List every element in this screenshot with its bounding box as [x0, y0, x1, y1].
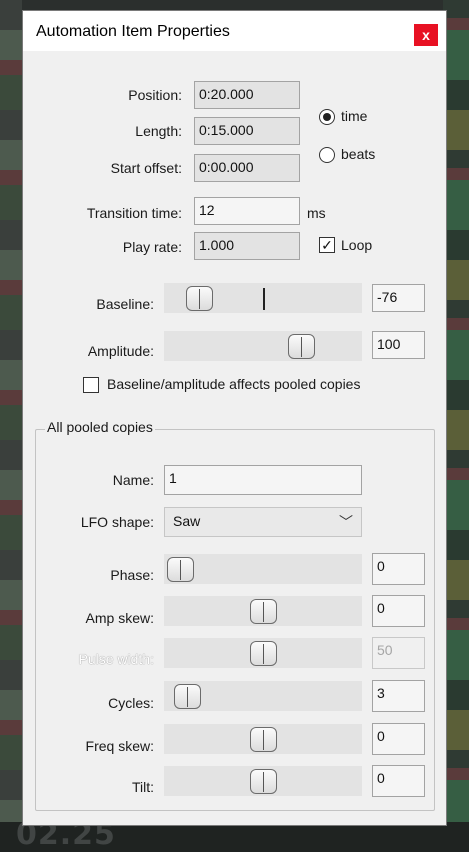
freq-skew-slider[interactable] [164, 724, 362, 754]
amplitude-slider[interactable] [164, 331, 362, 361]
transition-unit: ms [307, 205, 326, 221]
freq-skew-slider-thumb[interactable] [250, 727, 277, 752]
phase-slider-thumb[interactable] [167, 557, 194, 582]
loop-label: Loop [341, 237, 373, 253]
name-label: Name: [112, 472, 154, 488]
cycles-slider-thumb[interactable] [174, 684, 201, 709]
cycles-slider[interactable] [164, 681, 362, 711]
start-offset-label: Start offset: [110, 160, 182, 176]
pooled-copies-label: Baseline/amplitude affects pooled copies [107, 376, 361, 392]
position-field[interactable]: 0:20.000 [194, 81, 300, 109]
transition-time-label: Transition time: [86, 205, 182, 221]
phase-label: Phase: [110, 567, 154, 583]
baseline-center-marker [263, 288, 265, 310]
cycles-label: Cycles: [108, 695, 154, 711]
amp-skew-label: Amp skew: [85, 610, 154, 626]
time-radio[interactable] [319, 109, 335, 125]
transition-time-field[interactable]: 12 [194, 197, 300, 225]
baseline-slider[interactable] [164, 283, 362, 313]
pulse-width-slider[interactable] [164, 638, 362, 668]
length-field[interactable]: 0:15.000 [194, 117, 300, 145]
amplitude-slider-thumb[interactable] [288, 334, 315, 359]
phase-slider[interactable] [164, 554, 362, 584]
chevron-down-icon: ﹀ [339, 514, 353, 530]
beats-radio-label: beats [341, 146, 376, 162]
play-rate-label: Play rate: [122, 239, 182, 255]
lfo-shape-value: Saw [173, 513, 201, 529]
loop-checkbox[interactable]: ✓ [319, 237, 335, 253]
baseline-slider-thumb[interactable] [186, 286, 213, 311]
pulse-width-label: Pulse width: [78, 651, 154, 667]
pooled-copies-checkbox[interactable] [83, 377, 99, 393]
start-offset-field[interactable]: 0:00.000 [194, 154, 300, 182]
background-track-strip-left [0, 0, 22, 852]
amp-skew-value-field[interactable]: 0 [372, 595, 425, 627]
play-rate-field[interactable]: 1.000 [194, 232, 300, 260]
amp-skew-slider[interactable] [164, 596, 362, 626]
lfo-shape-label: LFO shape: [80, 514, 154, 530]
beats-radio[interactable] [319, 147, 335, 163]
tilt-slider-thumb[interactable] [250, 769, 277, 794]
tilt-value-field[interactable]: 0 [372, 765, 425, 797]
tilt-slider[interactable] [164, 766, 362, 796]
pulse-width-value-field: 50 [372, 637, 425, 669]
time-radio-label: time [341, 108, 368, 124]
pulse-width-slider-thumb[interactable] [250, 641, 277, 666]
freq-skew-label: Freq skew: [85, 738, 154, 754]
window-title: Automation Item Properties [36, 23, 230, 40]
baseline-value-field[interactable]: -76 [372, 284, 425, 312]
close-button[interactable]: x [414, 24, 438, 46]
amp-skew-slider-thumb[interactable] [250, 599, 277, 624]
amplitude-value-field[interactable]: 100 [372, 331, 425, 359]
all-pooled-copies-group-label: All pooled copies [45, 419, 155, 435]
cycles-value-field[interactable]: 3 [372, 680, 425, 712]
tilt-label: Tilt: [131, 779, 154, 795]
freq-skew-value-field[interactable]: 0 [372, 723, 425, 755]
baseline-label: Baseline: [96, 296, 154, 312]
name-field[interactable]: 1 [164, 465, 362, 495]
amplitude-label: Amplitude: [87, 343, 154, 359]
title-bar: Automation Item Properties x [23, 11, 446, 51]
automation-item-properties-dialog: Automation Item Properties x Position: 0… [22, 10, 447, 826]
lfo-shape-dropdown[interactable]: Saw ﹀ [164, 507, 362, 537]
phase-value-field[interactable]: 0 [372, 553, 425, 585]
length-label: Length: [135, 123, 182, 139]
position-label: Position: [128, 87, 182, 103]
